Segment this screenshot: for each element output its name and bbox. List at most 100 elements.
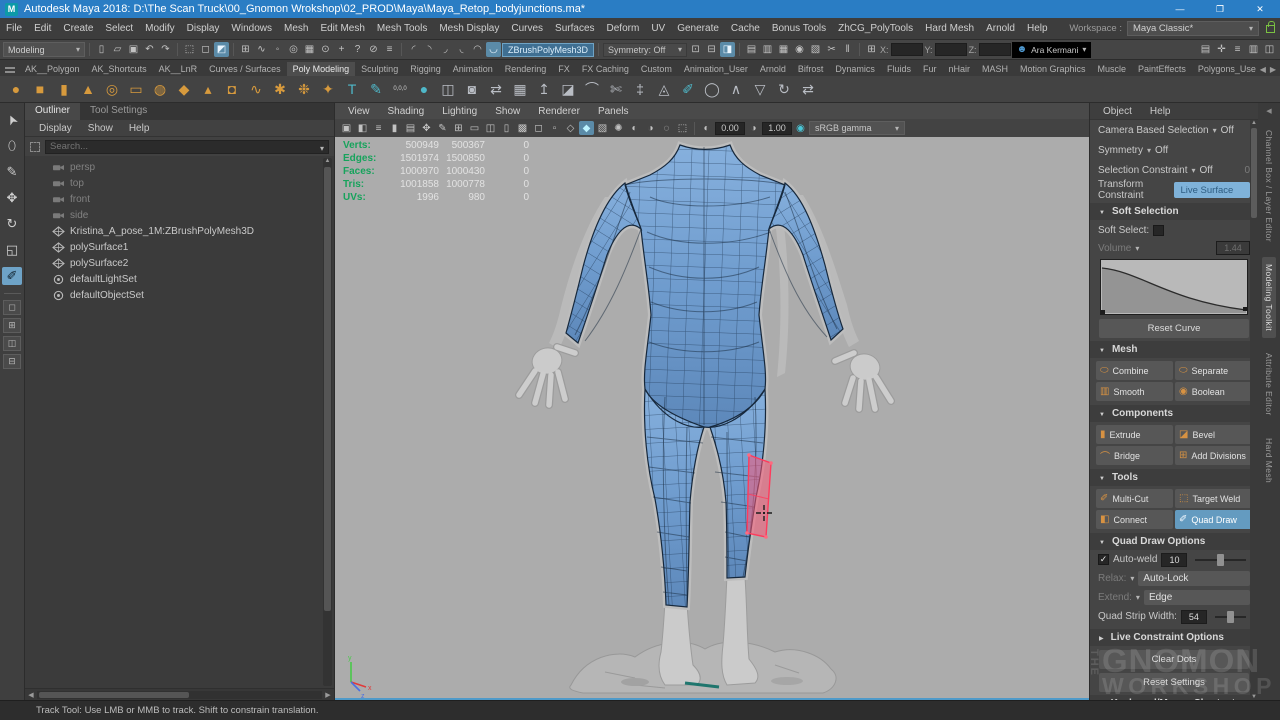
paint-effects-icon[interactable]: ✂: [824, 42, 839, 57]
y-input[interactable]: [935, 43, 967, 56]
snap-projected-center-icon[interactable]: ◎: [286, 42, 301, 57]
tool-button[interactable]: ⬚Target Weld: [1175, 489, 1252, 508]
input-connections-icon[interactable]: ⊡: [688, 42, 703, 57]
move-tool-icon[interactable]: ✥: [2, 189, 22, 207]
component-tool-button[interactable]: ⊞Add Divisions: [1175, 446, 1252, 465]
scrollbar-track[interactable]: [37, 691, 322, 699]
menu-set-dropdown[interactable]: Modeling: [3, 42, 85, 57]
snap-point-icon[interactable]: ◦: [270, 42, 285, 57]
outliner-menu-item[interactable]: Display: [31, 123, 80, 134]
scrollbar-thumb[interactable]: [324, 167, 331, 611]
menu-item[interactable]: Select: [99, 23, 139, 34]
textured-icon[interactable]: ▧: [595, 121, 610, 135]
shaded-icon[interactable]: ◆: [579, 121, 594, 135]
tool-settings-toggle-icon[interactable]: ✛: [1214, 42, 1229, 57]
resolution-gate-icon[interactable]: ◫: [483, 121, 498, 135]
shelf-tab[interactable]: PaintEffects: [1132, 62, 1192, 76]
poly-platonic-icon[interactable]: ◆: [172, 77, 196, 101]
plus-icon[interactable]: +: [334, 42, 349, 57]
outliner-menu-item[interactable]: Help: [121, 123, 158, 134]
shelf-tab[interactable]: Rendering: [499, 62, 553, 76]
shelf-tab[interactable]: Bifrost: [792, 62, 830, 76]
shelf-tab[interactable]: Sculpting: [355, 62, 404, 76]
no-construction-history-icon[interactable]: ◝: [422, 42, 437, 57]
tools-section-header[interactable]: Tools: [1090, 469, 1258, 486]
select-component-icon[interactable]: ◩: [214, 42, 229, 57]
soft-selection-section-header[interactable]: Soft Selection: [1090, 203, 1258, 220]
auto-weld-checkbox[interactable]: [1098, 554, 1109, 565]
menu-item[interactable]: Cache: [725, 23, 766, 34]
poly-sphere-icon[interactable]: ●: [4, 77, 28, 101]
tab-outliner[interactable]: Outliner: [25, 103, 80, 120]
zero-transform-icon[interactable]: 0,0,0: [388, 77, 412, 101]
shelf-tab[interactable]: Dynamics: [829, 62, 881, 76]
shelf-tab[interactable]: Polygons_User: [1192, 62, 1256, 76]
subdivide-icon[interactable]: ▦: [508, 77, 532, 101]
shelf-tab[interactable]: MASH: [976, 62, 1014, 76]
shelf-scroll-arrows[interactable]: ◀▶: [1256, 63, 1280, 76]
extrude-icon[interactable]: ↥: [532, 77, 556, 101]
search-options-icon[interactable]: [320, 138, 324, 156]
outliner-vertical-scrollbar[interactable]: ▲: [323, 158, 332, 686]
reset-settings-button[interactable]: Reset Settings: [1099, 673, 1249, 692]
relax-field[interactable]: Auto-Lock: [1138, 571, 1250, 586]
x-input[interactable]: [891, 43, 923, 56]
render-settings-icon[interactable]: ◉: [792, 42, 807, 57]
paint-select-tool-icon[interactable]: ✎: [2, 163, 22, 181]
save-scene-icon[interactable]: ▣: [126, 42, 141, 57]
auto-weld-slider[interactable]: [1195, 559, 1246, 561]
combine-icon[interactable]: ◫: [436, 77, 460, 101]
render-view-icon[interactable]: ▤: [744, 42, 759, 57]
auto-weld-value[interactable]: 10: [1161, 553, 1187, 567]
shelf-menu-icon[interactable]: [3, 67, 19, 76]
menu-item[interactable]: Generate: [671, 23, 725, 34]
scroll-down-icon[interactable]: ▼: [1250, 694, 1258, 700]
menu-item[interactable]: Help: [1021, 23, 1054, 34]
shelf-tab[interactable]: Fur: [917, 62, 943, 76]
account-menu[interactable]: ☻ Ara Kermani: [1012, 42, 1092, 58]
lasso-tool-icon[interactable]: ⬯: [2, 137, 22, 155]
workspace-dropdown[interactable]: Maya Classic*: [1127, 21, 1259, 36]
four-pane-layout-icon[interactable]: ⊞: [3, 318, 21, 333]
quad-draw-tool-icon[interactable]: ✐: [2, 267, 22, 285]
extend-field[interactable]: Edge: [1144, 590, 1250, 605]
ambient-occlusion-icon[interactable]: ◑: [643, 121, 658, 135]
wireframe-icon[interactable]: ◇: [563, 121, 578, 135]
shelf-tab[interactable]: Muscle: [1092, 62, 1133, 76]
multi-cut-icon[interactable]: ✄: [604, 77, 628, 101]
outliner-item[interactable]: top: [25, 175, 334, 191]
poly-helix-icon[interactable]: ∿: [244, 77, 268, 101]
menu-item[interactable]: Windows: [225, 23, 278, 34]
components-section-header[interactable]: Components: [1090, 405, 1258, 422]
sidebar-vertical-tab[interactable]: Modeling Toolkit: [1262, 257, 1276, 338]
motion-blur-icon[interactable]: ◌: [659, 121, 674, 135]
viewport-menu-item[interactable]: Lighting: [433, 106, 486, 117]
menu-item[interactable]: Mesh Tools: [371, 23, 433, 34]
scroll-up-icon[interactable]: ▲: [323, 158, 332, 164]
keyboard-mouse-shortcuts-section-header[interactable]: Keyboard/Mouse Shortcuts: [1090, 695, 1258, 700]
safe-action-icon[interactable]: ◻: [531, 121, 546, 135]
viewport-menu-item[interactable]: Panels: [589, 106, 638, 117]
selection-highlight-icon[interactable]: ◡: [486, 42, 501, 57]
outliner-item[interactable]: Kristina_A_pose_1M:ZBrushPolyMesh3D: [25, 223, 334, 239]
shelf-tab[interactable]: Animation_User: [678, 62, 754, 76]
outliner-tree[interactable]: persp top front side: [25, 156, 334, 688]
quad-strip-width-value[interactable]: 54: [1181, 610, 1207, 624]
shelf-tab[interactable]: FX Caching: [576, 62, 635, 76]
menu-item[interactable]: Mesh Display: [433, 23, 505, 34]
channel-box-toggle-icon[interactable]: ≡: [1230, 42, 1245, 57]
shelf-tab[interactable]: AK__Polygon: [19, 62, 86, 76]
snap-curve-icon[interactable]: ∿: [254, 42, 269, 57]
menu-item[interactable]: Mesh: [278, 23, 314, 34]
reduce-icon[interactable]: ▽: [748, 77, 772, 101]
restore-button[interactable]: ❐: [1200, 0, 1240, 18]
shelf-tab[interactable]: nHair: [942, 62, 976, 76]
crease-icon[interactable]: ∧: [724, 77, 748, 101]
menu-item[interactable]: Edit Mesh: [314, 23, 370, 34]
field-chart-icon[interactable]: ▩: [515, 121, 530, 135]
type-tool-icon[interactable]: T: [340, 77, 364, 101]
search-filter-icon[interactable]: [30, 142, 40, 152]
spin-edge-icon[interactable]: ↻: [772, 77, 796, 101]
shadows-icon[interactable]: ◐: [627, 121, 642, 135]
menu-item[interactable]: File: [0, 23, 28, 34]
